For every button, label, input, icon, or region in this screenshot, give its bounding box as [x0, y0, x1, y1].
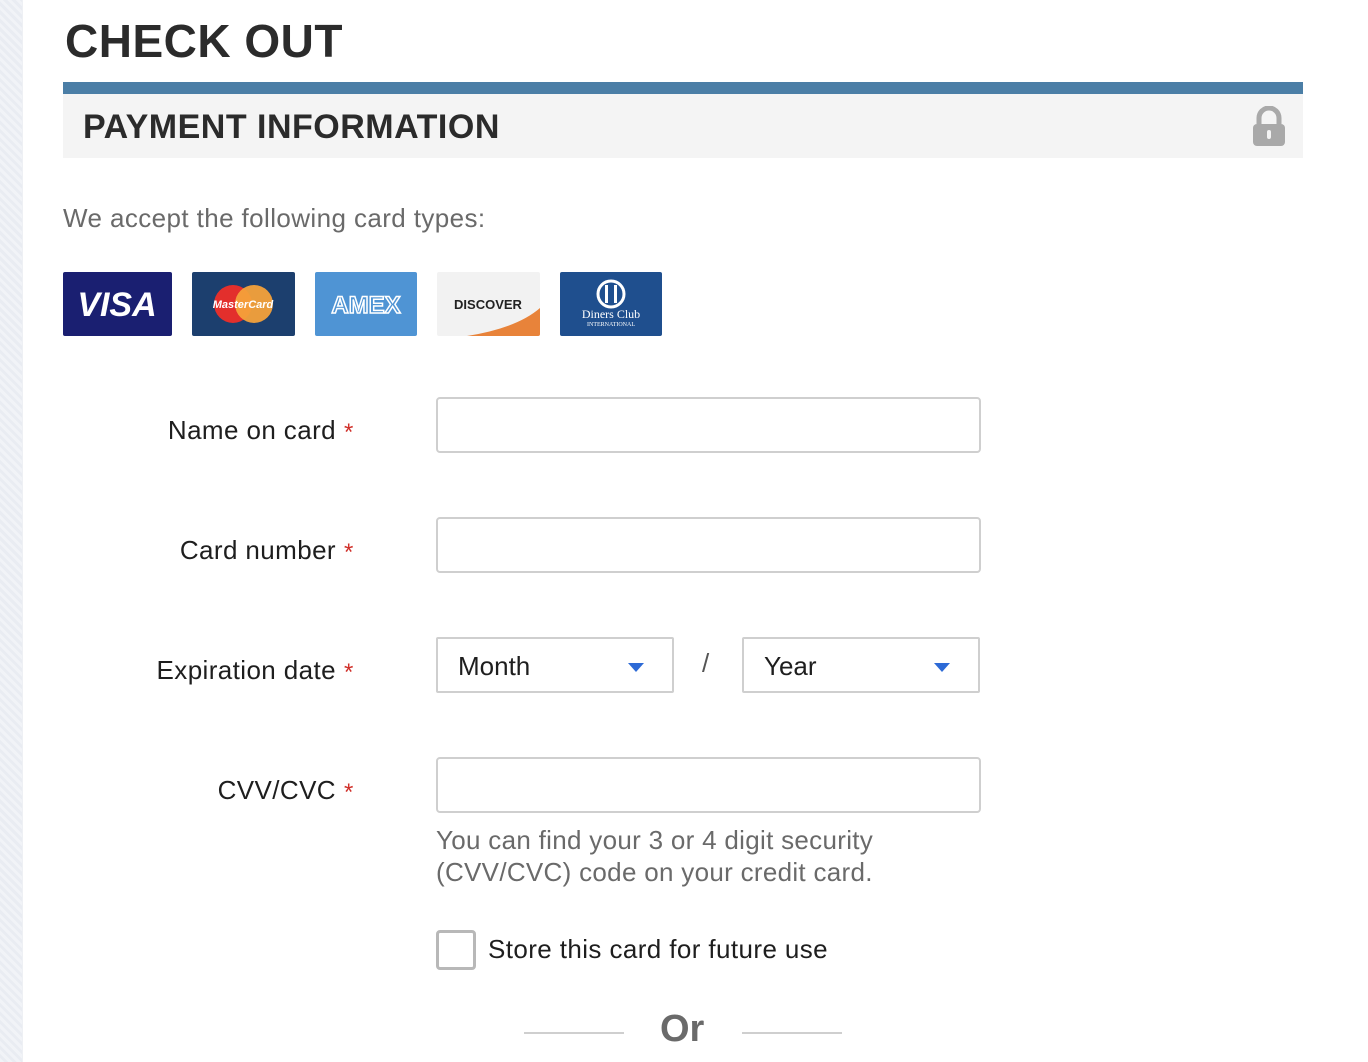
date-separator: /	[702, 648, 710, 678]
mastercard-logo-text: MasterCard	[213, 299, 274, 311]
name-on-card-label: Name on card	[167, 415, 336, 445]
amex-logo-text: AMEX	[331, 292, 400, 319]
card-number-label: Card number	[179, 535, 336, 565]
chevron-down-icon	[934, 663, 950, 672]
store-card-checkbox[interactable]	[436, 930, 476, 970]
store-card-label[interactable]: Store this card for future use	[488, 934, 828, 965]
expiration-date-label: Expiration date	[156, 655, 336, 685]
or-divider-text: Or	[660, 1008, 705, 1050]
year-select[interactable]: Year	[742, 637, 980, 693]
cvv-label: CVV/CVC	[217, 775, 336, 805]
page-left-edge	[0, 0, 23, 1062]
or-divider-left	[524, 1032, 624, 1034]
month-select-value: Month	[458, 651, 531, 681]
cvv-input[interactable]	[436, 757, 981, 813]
name-on-card-input[interactable]	[436, 397, 981, 453]
required-mark: *	[344, 539, 354, 566]
page-title: CHECK OUT	[65, 15, 343, 67]
lock-icon	[1251, 105, 1287, 148]
year-select-value: Year	[764, 651, 817, 681]
or-divider-right	[742, 1032, 842, 1034]
visa-logo-text: VISA	[77, 286, 156, 324]
required-mark: *	[344, 779, 354, 806]
cvv-help-line-1: You can find your 3 or 4 digit security	[436, 825, 874, 855]
visa-card-icon: VISA	[63, 272, 172, 336]
chevron-down-icon	[628, 663, 644, 672]
card-number-input[interactable]	[436, 517, 981, 573]
accepted-cards-text: We accept the following card types:	[63, 203, 486, 233]
payment-section-header: PAYMENT INFORMATION	[63, 82, 1303, 158]
required-mark: *	[344, 659, 354, 686]
diners-club-card-icon: Diners Club INTERNATIONAL	[560, 272, 662, 336]
amex-card-icon: AMEX	[315, 272, 417, 336]
month-select[interactable]: Month	[436, 637, 674, 693]
required-mark: *	[344, 419, 354, 446]
section-title: PAYMENT INFORMATION	[83, 108, 500, 146]
mastercard-card-icon: MasterCard	[192, 272, 295, 336]
diners-logo-subtext: INTERNATIONAL	[587, 322, 635, 328]
discover-logo-text: DISCOVER	[454, 297, 523, 312]
discover-card-icon: DISCOVER	[437, 272, 540, 336]
cvv-help-text: You can find your 3 or 4 digit security …	[436, 824, 996, 888]
cvv-help-line-2: (CVV/CVC) code on your credit card.	[436, 857, 873, 887]
diners-logo-text: Diners Club	[582, 307, 640, 321]
